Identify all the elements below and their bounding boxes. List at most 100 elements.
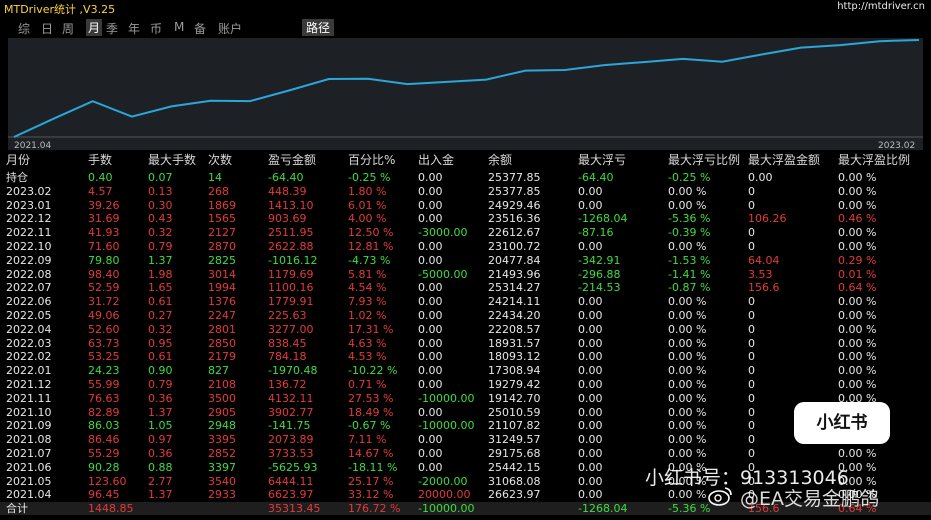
column-header[interactable]: 最大浮盈比例 — [838, 154, 910, 167]
table-cell: 17308.94 — [488, 364, 541, 378]
table-cell: 2850 — [208, 336, 236, 350]
table-cell: 4.00 % — [348, 212, 387, 226]
column-header[interactable]: 最大浮亏 — [578, 154, 626, 167]
column-header[interactable]: 盈亏金额 — [268, 154, 316, 167]
table-row[interactable]: 2023.01 39.26 0.30 1869 1413.10 6.01 % 0.00 249… — [0, 199, 931, 212]
tab-8[interactable]: 备 — [194, 20, 206, 37]
x-tick-first: 2021.04 — [14, 141, 52, 151]
table-cell: 20000.00 — [418, 488, 471, 502]
table-cell: 2179 — [208, 350, 236, 364]
table-cell: 0.00 — [418, 433, 443, 447]
tab-9[interactable]: 账户 — [218, 20, 242, 37]
table-cell: 0.00 % — [838, 240, 877, 253]
table-cell: 52.59 — [88, 281, 120, 295]
website-link[interactable]: http://mtdriver.cn — [837, 1, 925, 12]
table-cell: 0.00 — [578, 322, 603, 336]
column-header[interactable]: 月份 — [6, 154, 30, 167]
tab-1[interactable]: 日 — [41, 20, 53, 37]
column-header[interactable]: 最大手数 — [148, 154, 196, 167]
table-cell: 0.00 — [418, 322, 443, 336]
table-row[interactable]: 2022.08 98.40 1.98 3014 1179.69 5.81 % -5000.0… — [0, 268, 931, 281]
x-tick-last: 2023.02 — [878, 141, 916, 151]
table-row[interactable]: 2022.02 53.25 0.61 2179 784.18 4.53 % 0.00 1809… — [0, 350, 931, 363]
table-cell: 0.00 — [418, 212, 443, 226]
table-row[interactable]: 持仓 0.40 0.07 14 -64.40 -0.25 % 0.00 25377.85 -64… — [0, 171, 931, 184]
table-cell: 22208.57 — [488, 322, 541, 336]
table-row[interactable]: 2022.09 79.80 1.37 2825 -1016.12 -4.73 % 0.00 2… — [0, 254, 931, 267]
table-row[interactable]: 2023.02 4.57 0.13 268 448.39 1.80 % 0.00 25377.… — [0, 185, 931, 198]
table-cell: 24929.46 — [488, 198, 541, 212]
table-row[interactable]: 2021.10 82.89 1.37 2905 3902.77 18.49 % 0.00 25… — [0, 406, 931, 419]
table-cell: 2021.05 — [6, 474, 52, 488]
table-cell: 2933 — [208, 488, 236, 502]
table-cell: 1994 — [208, 281, 236, 295]
table-cell: 2.77 — [148, 474, 173, 488]
table-cell: 2021.08 — [6, 433, 52, 447]
tab-6[interactable]: 币 — [150, 20, 162, 37]
table-cell: 3277.00 — [268, 322, 314, 336]
tab-5[interactable]: 年 — [128, 20, 140, 37]
table-row[interactable]: 2021.09 86.03 1.05 2948 -141.75 -0.67 % -10000… — [0, 419, 931, 432]
table-row[interactable]: 2022.06 31.72 0.61 1376 1779.91 7.93 % 0.00 242… — [0, 295, 931, 308]
tab-4[interactable]: 季 — [106, 20, 118, 37]
table-cell: 0.00 % — [838, 336, 877, 350]
table-cell: 26623.97 — [488, 488, 541, 502]
table-cell: 1.37 — [148, 405, 173, 419]
table-cell: 0.43 — [148, 212, 173, 226]
table-row[interactable]: 2021.08 86.46 0.97 3395 2073.89 7.11 % 0.00 312… — [0, 433, 931, 446]
table-header: 月份 手数 最大手数 次数 盈亏金额 百分比% 出入金 余额 最大浮亏 最大浮亏比例 最大浮盈金额 最… — [0, 154, 931, 167]
table-cell: -10000.00 — [418, 502, 475, 516]
table-cell: 31.69 — [88, 212, 120, 226]
table-cell: 3540 — [208, 474, 236, 488]
table-cell: 2022.10 — [6, 240, 52, 253]
table-row[interactable]: 2021.07 55.29 0.36 2852 3733.53 14.67 % 0.00 29… — [0, 447, 931, 460]
tab-2[interactable]: 周 — [62, 20, 74, 37]
tab-3[interactable]: 月 — [86, 19, 103, 36]
table-cell: -1.53 % — [668, 253, 711, 267]
column-header[interactable]: 次数 — [208, 154, 232, 167]
table-cell: 31068.08 — [488, 474, 541, 488]
table-row[interactable]: 2022.07 52.59 1.65 1994 1100.16 4.54 % 0.00 253… — [0, 281, 931, 294]
table-row[interactable]: 2022.12 31.69 0.43 1565 903.69 4.00 % 0.00 2351… — [0, 212, 931, 225]
table-cell: 17.31 % — [348, 322, 394, 336]
table-cell: 0 — [748, 405, 755, 419]
table-row[interactable]: 2022.10 71.60 0.79 2870 2622.88 12.81 % 0.00 23… — [0, 240, 931, 253]
table-cell: 0.00 % — [838, 309, 877, 322]
table-cell: 53.25 — [88, 350, 120, 364]
column-header[interactable]: 最大浮亏比例 — [668, 154, 740, 167]
column-header[interactable]: 余额 — [488, 154, 512, 167]
table-cell: 0.00 — [418, 198, 443, 212]
table-cell: 90.28 — [88, 460, 120, 474]
table-cell: 0.00 % — [668, 419, 707, 433]
table-cell: 3397 — [208, 460, 236, 474]
table-cell: 64.04 — [748, 253, 780, 267]
table-cell: 12.81 % — [348, 240, 394, 253]
table-cell: -5625.93 — [268, 460, 318, 474]
table-row[interactable]: 2022.03 63.73 0.95 2850 838.45 4.63 % 0.00 1893… — [0, 337, 931, 350]
table-cell: 86.46 — [88, 433, 120, 447]
table-row[interactable]: 2021.12 55.99 0.79 2108 136.72 0.71 % 0.00 1927… — [0, 378, 931, 391]
table-cell: 41.93 — [88, 226, 120, 240]
column-header[interactable]: 手数 — [88, 154, 112, 167]
route-button[interactable]: 路径 — [302, 19, 335, 36]
table-row[interactable]: 2021.11 76.63 0.36 3500 4132.11 27.53 % -10000… — [0, 392, 931, 405]
table-row[interactable]: 2022.05 49.06 0.27 2247 225.63 1.02 % 0.00 2243… — [0, 309, 931, 322]
xiaohongshu-logo: 小红书 — [794, 402, 890, 444]
table-cell: 0 — [748, 391, 755, 405]
table-row[interactable]: 2022.01 24.23 0.90 827 -1970.48 -10.22 % 0.00 1… — [0, 364, 931, 377]
table-cell: 0.40 — [88, 171, 113, 184]
table-cell: 1448.85 — [88, 502, 134, 516]
column-header[interactable]: 百分比% — [348, 154, 395, 167]
tab-0[interactable]: 综 — [18, 20, 30, 37]
table-cell: -64.40 — [268, 171, 304, 184]
table-cell: 4.63 % — [348, 336, 387, 350]
table-row[interactable]: 2022.04 52.60 0.32 2801 3277.00 17.31 % 0.00 22… — [0, 323, 931, 336]
table-cell: 0.13 — [148, 184, 173, 198]
table-cell: 25377.85 — [488, 184, 541, 198]
table-cell: 0.00 % — [668, 184, 707, 198]
table-cell: 5.81 % — [348, 267, 387, 281]
column-header[interactable]: 最大浮盈金额 — [748, 154, 820, 167]
column-header[interactable]: 出入金 — [418, 154, 454, 167]
tab-7[interactable]: M — [174, 20, 184, 34]
table-row[interactable]: 2022.11 41.93 0.32 2127 2511.95 12.50 % -3000.… — [0, 226, 931, 239]
